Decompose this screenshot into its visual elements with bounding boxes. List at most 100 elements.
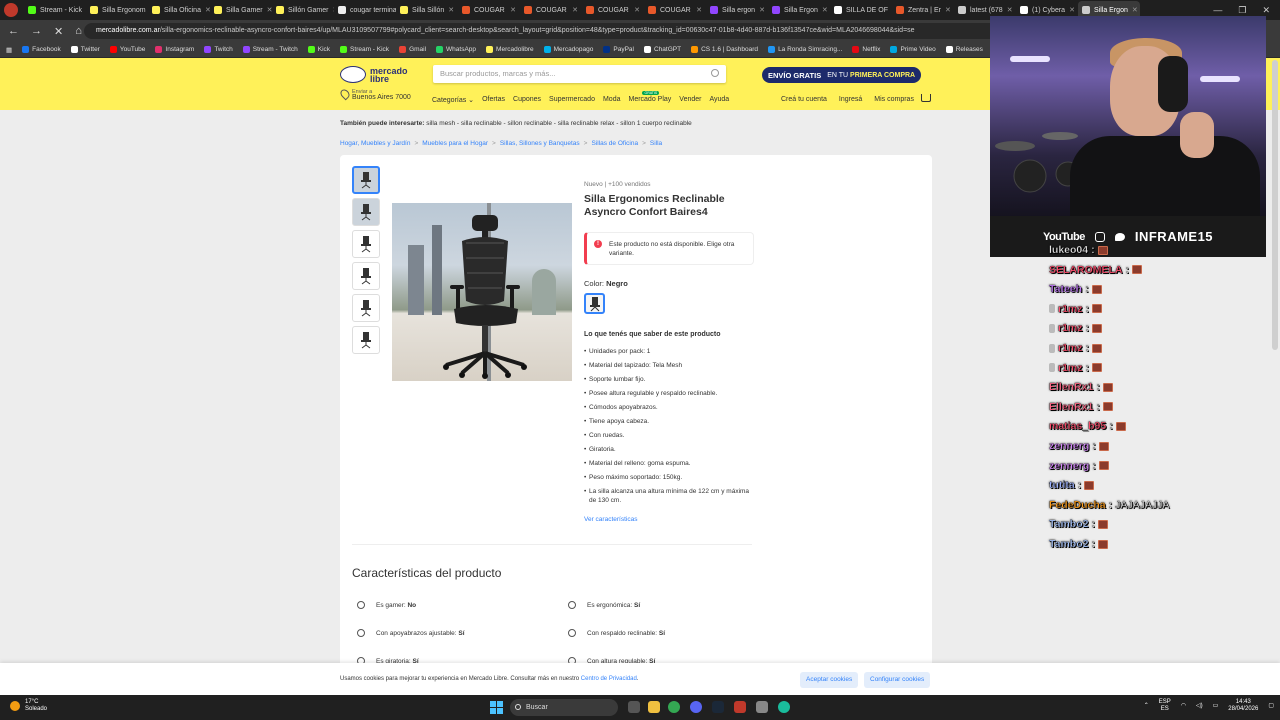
maximize-icon[interactable]: ❐: [1238, 5, 1246, 16]
notifications-icon[interactable]: ▢: [1268, 703, 1274, 710]
search-icon[interactable]: [711, 69, 719, 77]
nav-item[interactable]: Supermercado: [549, 96, 595, 104]
color-swatch-negro[interactable]: [584, 293, 605, 314]
cart-icon[interactable]: [921, 94, 931, 102]
privacy-link[interactable]: Centro de Privacidad: [581, 676, 637, 682]
app-icon[interactable]: [756, 701, 768, 713]
browser-tab[interactable]: COUGAR ✕: [644, 1, 706, 19]
nav-item[interactable]: Moda: [603, 96, 621, 104]
chat-username[interactable]: EllenRx1: [1049, 401, 1094, 413]
mercadolibre-logo[interactable]: mercado libre: [340, 66, 408, 83]
language-indicator[interactable]: ESP ES: [1159, 699, 1171, 713]
bookmark-item[interactable]: YouTube: [109, 46, 145, 53]
tab-close-icon[interactable]: ✕: [945, 6, 951, 14]
apps-icon[interactable]: ▦: [6, 46, 12, 54]
volume-icon[interactable]: ◁): [1196, 703, 1203, 710]
bookmark-item[interactable]: Prime Video: [890, 46, 936, 53]
browser-tab[interactable]: Silla ergon ✕: [706, 1, 768, 19]
browser-tab[interactable]: COUGAR ✕: [458, 1, 520, 19]
breadcrumb-link[interactable]: Silla: [650, 140, 662, 147]
tab-close-icon[interactable]: ✕: [448, 6, 454, 14]
bookmark-item[interactable]: Twitch: [204, 46, 233, 53]
tab-close-icon[interactable]: ✕: [1069, 6, 1075, 14]
bookmark-item[interactable]: Mercadopago: [543, 46, 593, 53]
bookmark-item[interactable]: Kick: [307, 46, 330, 53]
windows-start-icon[interactable]: [490, 701, 503, 714]
stop-icon[interactable]: ✕: [54, 25, 63, 38]
chat-username[interactable]: Tateeh: [1049, 283, 1082, 295]
forward-icon[interactable]: →: [31, 25, 42, 37]
breadcrumb-link[interactable]: Muebles para el Hogar: [422, 140, 488, 147]
related-items[interactable]: silla mesh - silla reclinable - sillon r…: [426, 120, 692, 127]
browser-tab[interactable]: Silla Gamer ✕: [210, 1, 272, 19]
see-characteristics-link[interactable]: Ver características: [584, 516, 637, 523]
tab-close-icon[interactable]: ✕: [696, 6, 702, 14]
delivery-location[interactable]: Enviar a Buenos Aires 7000: [338, 87, 411, 101]
page-scrollbar[interactable]: [1272, 60, 1278, 350]
product-thumbnail[interactable]: [352, 294, 380, 322]
discord-icon[interactable]: [690, 701, 702, 713]
home-icon[interactable]: ⌂: [75, 25, 82, 37]
breadcrumb-link[interactable]: Sillas de Oficina: [591, 140, 638, 147]
nav-item[interactable]: Categorías ⌄: [432, 96, 474, 104]
file-explorer-icon[interactable]: [648, 701, 660, 713]
browser-tab[interactable]: SILLA DE OF✕: [830, 1, 892, 19]
nav-item[interactable]: Vender: [679, 96, 701, 104]
nav-item[interactable]: Ofertas: [482, 96, 505, 104]
browser-tab[interactable]: Stream - Kick✕: [24, 1, 86, 19]
product-thumbnail[interactable]: [352, 198, 380, 226]
browser-tab[interactable]: Zentra | Er ✕: [892, 1, 954, 19]
bookmark-item[interactable]: Stream - Kick: [340, 46, 389, 53]
back-icon[interactable]: ←: [8, 25, 19, 37]
chat-username[interactable]: SELAROMELA: [1049, 263, 1123, 275]
nav-item[interactable]: Cupones: [513, 96, 541, 104]
tab-close-icon[interactable]: ✕: [510, 6, 516, 14]
breadcrumb-link[interactable]: Hogar, Muebles y Jardín: [340, 140, 410, 147]
tray-chevron-icon[interactable]: ⌃: [1144, 703, 1149, 710]
battery-icon[interactable]: ▭: [1213, 703, 1219, 710]
product-main-image[interactable]: [392, 203, 572, 381]
wifi-icon[interactable]: ◠: [1181, 703, 1186, 710]
user-nav-item[interactable]: Creá tu cuenta: [781, 96, 827, 103]
chat-username[interactable]: zennerg: [1049, 440, 1090, 452]
bookmark-item[interactable]: Facebook: [22, 46, 61, 53]
nav-item[interactable]: Ayuda: [709, 96, 729, 104]
browser-tab[interactable]: COUGAR ✕: [520, 1, 582, 19]
chat-username[interactable]: r1mz: [1058, 303, 1083, 315]
nav-item[interactable]: Mercado Play: [628, 96, 671, 103]
user-nav-item[interactable]: Ingresá: [839, 96, 862, 103]
user-nav-item[interactable]: Mis compras: [874, 96, 914, 103]
chat-username[interactable]: r1mz: [1058, 342, 1083, 354]
browser-tab[interactable]: Silla Sillón ✕: [396, 1, 458, 19]
bookmark-item[interactable]: PayPal: [603, 46, 634, 53]
free-shipping-banner[interactable]: ENVÍO GRATIS EN TU PRIMERA COMPRA: [762, 67, 922, 83]
tab-close-icon[interactable]: ✕: [759, 6, 765, 14]
tab-close-icon[interactable]: ✕: [634, 6, 640, 14]
chat-username[interactable]: EllenRx1: [1049, 381, 1094, 393]
product-thumbnail[interactable]: [352, 326, 380, 354]
chat-username[interactable]: zennerg: [1049, 459, 1090, 471]
close-window-icon[interactable]: ✕: [1262, 5, 1270, 16]
chat-username[interactable]: r1mz: [1058, 322, 1083, 334]
tab-close-icon[interactable]: ✕: [822, 6, 828, 14]
bookmark-item[interactable]: Releases: [945, 46, 983, 53]
clock[interactable]: 14:43 28/04/2026: [1228, 699, 1258, 713]
bookmark-item[interactable]: CS 1.6 | Dashboard: [691, 46, 758, 53]
taskbar-search[interactable]: Buscar: [510, 699, 618, 716]
app-icon[interactable]: [734, 701, 746, 713]
task-view-icon[interactable]: [628, 701, 640, 713]
browser-tab[interactable]: Silla Ergon ✕: [768, 1, 830, 19]
breadcrumb-link[interactable]: Sillas, Sillones y Banquetas: [500, 140, 580, 147]
configure-cookies-button[interactable]: Configurar cookies: [864, 672, 931, 688]
bookmark-item[interactable]: Netflix: [852, 46, 880, 53]
product-thumbnail[interactable]: [352, 262, 380, 290]
browser-menu-icon[interactable]: [4, 3, 18, 17]
bookmark-item[interactable]: WhatsApp: [436, 46, 476, 53]
app-icon[interactable]: [778, 701, 790, 713]
chat-username[interactable]: FedeDucha: [1049, 499, 1106, 511]
tab-close-icon[interactable]: ✕: [1132, 6, 1138, 14]
bookmark-item[interactable]: Twitter: [70, 46, 100, 53]
steam-icon[interactable]: [712, 701, 724, 713]
product-thumbnail[interactable]: [352, 230, 380, 258]
search-input[interactable]: Buscar productos, marcas y más...: [433, 65, 726, 83]
